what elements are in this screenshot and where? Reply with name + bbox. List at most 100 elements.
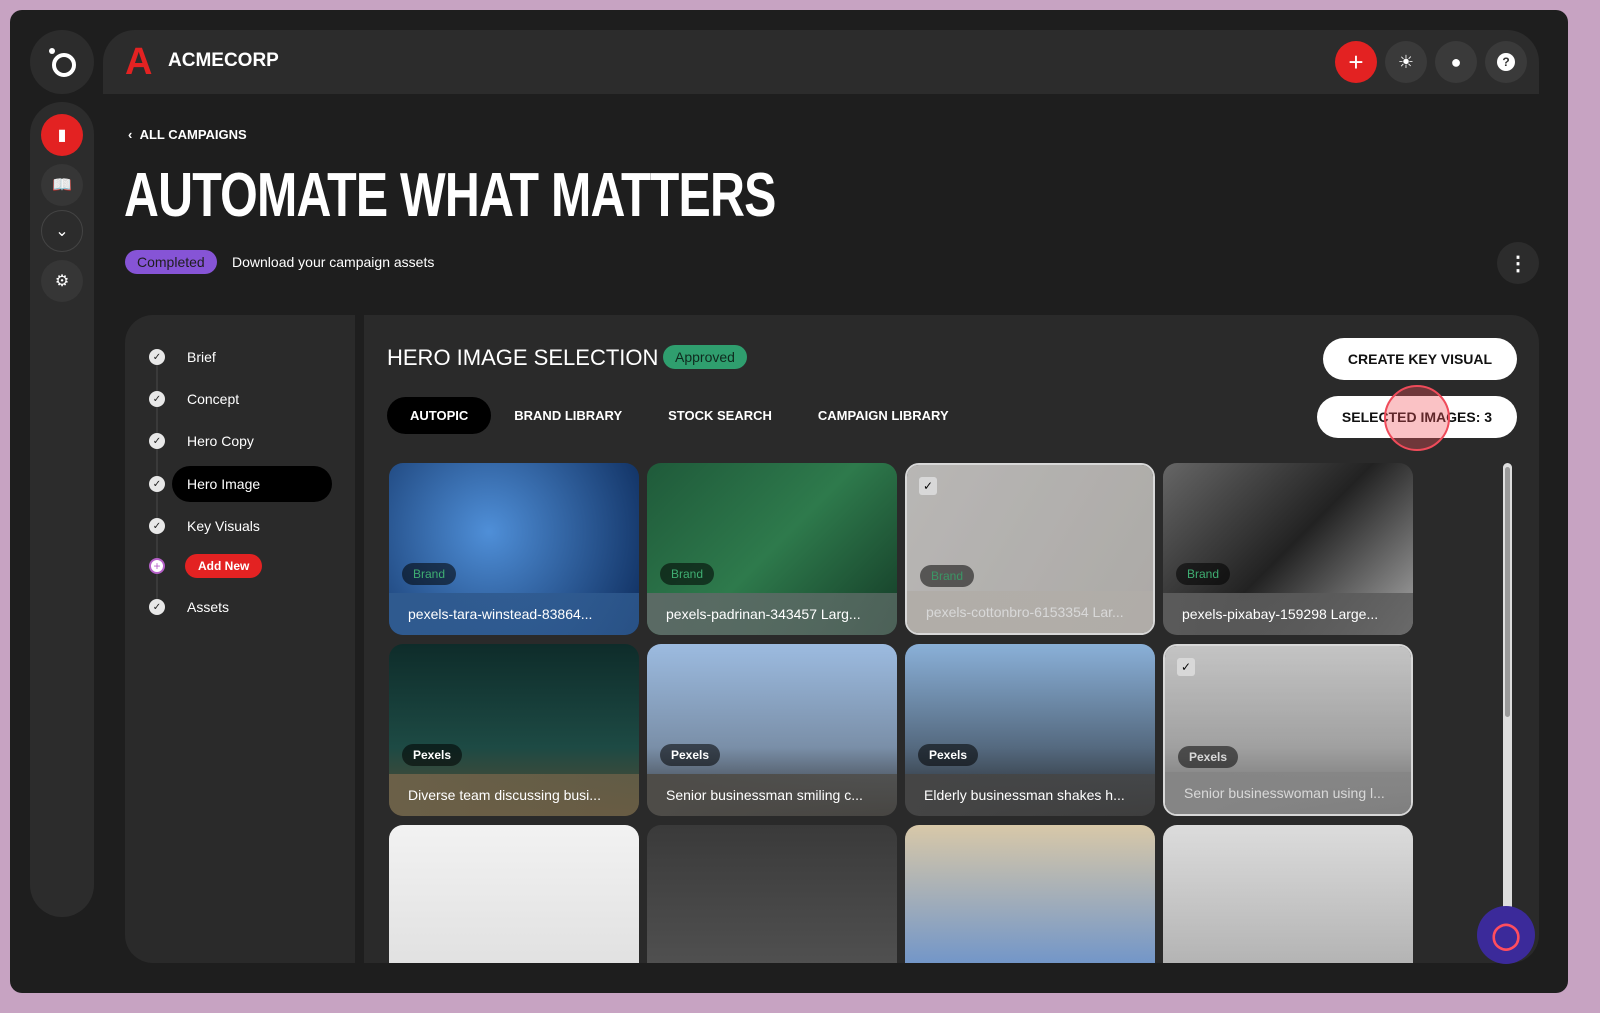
campaigns-nav-button[interactable]: ▮ (41, 114, 83, 156)
check-icon: ✓ (149, 391, 165, 407)
check-icon: ✓ (149, 476, 165, 492)
step-key-visuals[interactable]: ✓ Key Visuals (149, 507, 260, 545)
source-badge: Brand (920, 565, 975, 587)
step-label: Concept (187, 391, 240, 407)
image-grid: pexels-tara-winstead-83864... Brand pexe… (389, 463, 1419, 963)
chevron-down-icon: ⌄ (55, 223, 69, 240)
megaphone-icon: ▮ (57, 127, 67, 144)
grid-scrollbar[interactable] (1503, 463, 1512, 943)
back-link-label: ALL CAMPAIGNS (139, 127, 247, 142)
app-window: ▮ 📖 ⌄ ⚙ A ACMECORP + ☀ ● ? ‹ ALL CAMPAIG… (10, 10, 1568, 993)
image-card[interactable]: Diverse team discussing busi... Pexels (389, 644, 639, 816)
tab-campaign-library[interactable]: CAMPAIGN LIBRARY (795, 397, 972, 434)
click-indicator (1384, 385, 1450, 451)
chevron-left-icon: ‹ (128, 127, 140, 142)
library-nav-button[interactable]: 📖 (41, 164, 83, 206)
check-icon: ✓ (149, 599, 165, 615)
check-icon: ✓ (149, 349, 165, 365)
user-icon: ● (1450, 51, 1462, 72)
sun-icon: ☀ (1397, 51, 1415, 72)
check-icon: ✓ (149, 518, 165, 534)
theme-toggle-button[interactable]: ☀ (1385, 41, 1427, 83)
step-label: Brief (187, 349, 216, 365)
image-card[interactable]: Pexels (1163, 825, 1413, 963)
book-icon: 📖 (52, 177, 72, 194)
settings-nav-button[interactable]: ⚙ (41, 260, 83, 302)
page-title: AUTOMATE WHAT MATTERS (124, 161, 776, 230)
tab-brand-library[interactable]: BRAND LIBRARY (491, 397, 645, 434)
app-logo[interactable] (30, 30, 94, 94)
add-button[interactable]: + (1335, 41, 1377, 83)
hero-image-panel: HERO IMAGE SELECTION Approved CREATE KEY… (364, 315, 1539, 963)
step-hero-image[interactable]: ✓ Hero Image (149, 465, 332, 503)
help-button[interactable]: ? (1485, 41, 1527, 83)
approved-badge: Approved (663, 345, 747, 369)
top-header: A ACMECORP + ☀ ● ? (103, 30, 1539, 94)
brand-name: ACMECORP (168, 50, 279, 71)
step-hero-copy[interactable]: ✓ Hero Copy (149, 422, 254, 460)
image-card[interactable]: pexels-cottonbro-6153354 Lar... Brand ✓ (905, 463, 1155, 635)
side-rail: ▮ 📖 ⌄ ⚙ (30, 102, 94, 917)
image-thumbnail (1163, 825, 1413, 963)
image-card[interactable]: Pexels (905, 825, 1155, 963)
section-title: HERO IMAGE SELECTION (387, 345, 659, 370)
source-badge: Pexels (660, 744, 721, 766)
source-badge: Brand (660, 563, 715, 585)
image-card[interactable]: Pexels (389, 825, 639, 963)
source-badge: Pexels (1178, 746, 1239, 768)
tab-autopic[interactable]: AUTOPIC (387, 397, 492, 434)
selected-check-icon[interactable]: ✓ (919, 477, 937, 495)
image-thumbnail (905, 825, 1155, 963)
assistant-button[interactable]: ◯ (1477, 906, 1535, 964)
assistant-logo-icon: ◯ (1491, 919, 1521, 950)
image-card[interactable]: Pexels (647, 825, 897, 963)
tab-stock-search[interactable]: STOCK SEARCH (645, 397, 795, 434)
image-card[interactable]: pexels-pixabay-159298 Large... Brand (1163, 463, 1413, 635)
selected-check-icon[interactable]: ✓ (1177, 658, 1195, 676)
page-subtitle: Download your campaign assets (232, 254, 435, 270)
steps-panel: ✓ Brief ✓ Concept ✓ Hero Copy ✓ Hero Image ✓… (125, 315, 355, 963)
more-options-button[interactable]: ⋮ (1497, 242, 1539, 284)
expand-nav-button[interactable]: ⌄ (41, 210, 83, 252)
step-add-new[interactable]: + Add New (149, 547, 263, 585)
image-card[interactable]: Senior businesswoman using l... Pexels ✓ (1163, 644, 1413, 816)
help-icon: ? (1497, 53, 1515, 71)
image-caption: pexels-cottonbro-6153354 Lar... (907, 591, 1153, 633)
plus-circle-icon: + (149, 558, 165, 574)
image-thumbnail (389, 825, 639, 963)
status-badge: Completed (125, 250, 217, 274)
image-card[interactable]: Elderly businessman shakes h... Pexels (905, 644, 1155, 816)
image-card[interactable]: Senior businessman smiling c... Pexels (647, 644, 897, 816)
brand-logo: A (125, 41, 153, 83)
source-badge: Brand (402, 563, 457, 585)
step-label: Hero Copy (187, 433, 254, 449)
image-caption: pexels-tara-winstead-83864... (389, 593, 639, 635)
plus-icon: + (1348, 46, 1364, 77)
source-badge: Brand (1176, 563, 1231, 585)
step-brief[interactable]: ✓ Brief (149, 338, 216, 376)
image-card[interactable]: pexels-tara-winstead-83864... Brand (389, 463, 639, 635)
image-card[interactable]: pexels-padrinan-343457 Larg... Brand (647, 463, 897, 635)
scrollbar-thumb[interactable] (1505, 467, 1510, 717)
step-label: Key Visuals (187, 518, 260, 534)
step-assets[interactable]: ✓ Assets (149, 588, 229, 626)
image-caption: Senior businessman smiling c... (647, 774, 897, 816)
gear-icon: ⚙ (54, 273, 70, 290)
image-caption: Senior businesswoman using l... (1165, 772, 1411, 814)
step-label: Hero Image (172, 466, 332, 502)
image-source-tabs: AUTOPIC BRAND LIBRARY STOCK SEARCH CAMPA… (387, 397, 972, 434)
create-key-visual-button[interactable]: CREATE KEY VISUAL (1323, 338, 1517, 380)
add-new-button[interactable]: Add New (185, 554, 263, 578)
app-logo-icon (49, 48, 76, 77)
step-concept[interactable]: ✓ Concept (149, 380, 239, 418)
image-caption: pexels-pixabay-159298 Large... (1163, 593, 1413, 635)
back-link[interactable]: ‹ ALL CAMPAIGNS (128, 127, 247, 142)
profile-button[interactable]: ● (1435, 41, 1477, 83)
image-thumbnail (647, 825, 897, 963)
check-icon: ✓ (149, 433, 165, 449)
kebab-icon: ⋮ (1508, 252, 1528, 275)
source-badge: Pexels (402, 744, 463, 766)
image-caption: Elderly businessman shakes h... (905, 774, 1155, 816)
image-caption: Diverse team discussing busi... (389, 774, 639, 816)
source-badge: Pexels (918, 744, 979, 766)
